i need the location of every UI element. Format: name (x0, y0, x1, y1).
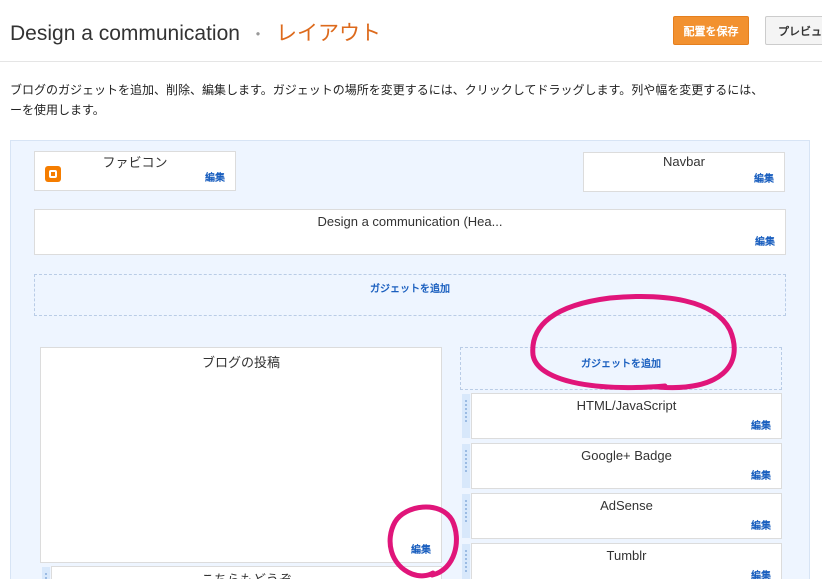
gadget-html-javascript[interactable]: HTML/JavaScript 編集 (462, 393, 782, 439)
gadget-title: こちらもどうぞ (52, 569, 441, 579)
page-title: Design a communication ・レイアウト (10, 17, 381, 47)
drag-handle[interactable] (462, 544, 470, 579)
drag-handle[interactable] (462, 444, 470, 488)
add-gadget-link[interactable]: ガジェットを追加 (370, 280, 450, 295)
navbar-edit-link[interactable]: 編集 (754, 170, 774, 185)
html-javascript-edit-link[interactable]: 編集 (751, 417, 771, 432)
instructions-line-1: ブログのガジェットを追加、削除、編集します。ガジェットの場所を変更するには、クリ… (10, 83, 764, 97)
page-name: レイアウト (275, 22, 381, 45)
gadget-header[interactable]: Design a communication (Hea... 編集 (34, 209, 786, 255)
gadget-related-posts[interactable]: こちらもどうぞ (42, 566, 442, 579)
layout-canvas: ファビコン 編集 Navbar 編集 Design a communicatio… (10, 140, 810, 579)
drag-handle[interactable] (462, 494, 470, 538)
drag-handle[interactable] (42, 567, 50, 579)
blog-title: Design a communication (10, 22, 240, 45)
gadget-title: Navbar (663, 154, 705, 169)
adsense-edit-link[interactable]: 編集 (751, 517, 771, 532)
gadget-title: HTML/JavaScript (576, 398, 677, 413)
drag-handle[interactable] (462, 394, 470, 438)
instructions-line-2: ーを使用します。 (10, 103, 105, 117)
gadget-title: Google+ Badge (581, 448, 672, 463)
gadget-tumblr[interactable]: Tumblr 編集 (462, 543, 782, 579)
favicon-edit-link[interactable]: 編集 (205, 169, 225, 184)
add-gadget-sidebar-zone[interactable]: ガジェットを追加 (460, 347, 782, 390)
header-edit-link[interactable]: 編集 (755, 233, 775, 248)
gadget-title: Design a communication (Hea... (317, 214, 503, 229)
google-plus-badge-edit-link[interactable]: 編集 (751, 467, 771, 482)
top-bar: Design a communication ・レイアウト 配置を保存 プレビュ (0, 0, 822, 62)
gadget-blog-posts[interactable]: ブログの投稿 編集 (40, 347, 442, 563)
gadget-title: AdSense (600, 498, 653, 513)
gadget-adsense[interactable]: AdSense 編集 (462, 493, 782, 539)
title-separator: ・ (249, 27, 266, 44)
gadget-favicon[interactable]: ファビコン 編集 (34, 151, 236, 191)
tumblr-edit-link[interactable]: 編集 (751, 567, 771, 579)
gadget-title: Tumblr (606, 548, 647, 563)
preview-button[interactable]: プレビュ (765, 16, 822, 45)
add-gadget-link[interactable]: ガジェットを追加 (581, 355, 661, 370)
gadget-navbar[interactable]: Navbar 編集 (583, 152, 785, 192)
layout-instructions: ブログのガジェットを追加、削除、編集します。ガジェットの場所を変更するには、クリ… (10, 80, 822, 120)
gadget-title: ブログの投稿 (201, 355, 280, 370)
add-gadget-header-zone[interactable]: ガジェットを追加 (34, 274, 786, 316)
save-arrangement-button[interactable]: 配置を保存 (673, 16, 749, 45)
blog-posts-edit-link[interactable]: 編集 (411, 541, 431, 556)
gadget-google-plus-badge[interactable]: Google+ Badge 編集 (462, 443, 782, 489)
